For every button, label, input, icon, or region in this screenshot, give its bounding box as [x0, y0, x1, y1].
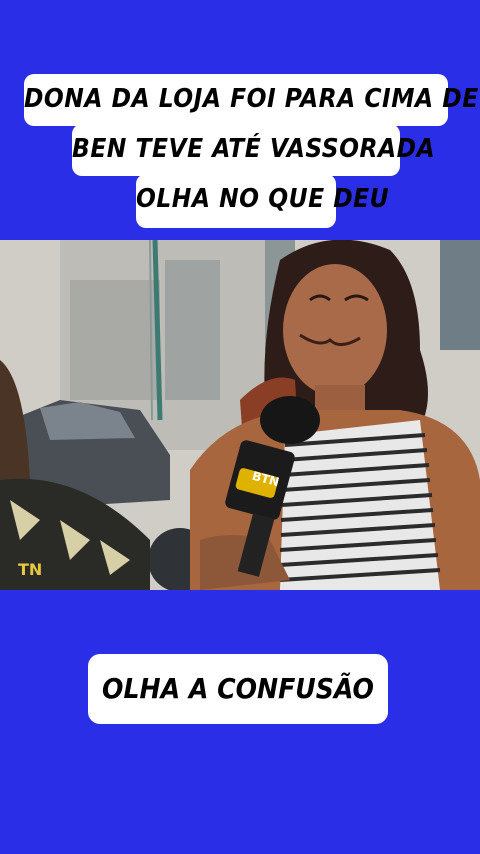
video-scene	[0, 240, 480, 590]
caption-line-1: DONA DA LOJA FOI PARA CIMA DE	[24, 74, 478, 126]
video-frame[interactable]: BTN TN	[0, 240, 480, 590]
caption-line-3: OLHA NO QUE DEU	[136, 174, 389, 228]
top-caption: DONA DA LOJA FOI PARA CIMA DE BEN TEVE A…	[24, 74, 478, 230]
caption-line-2: BEN TEVE ATÉ VASSORADA	[72, 124, 435, 176]
bottom-caption: OLHA A CONFUSÃO	[88, 654, 388, 724]
left-mic-text: TN	[18, 560, 43, 579]
